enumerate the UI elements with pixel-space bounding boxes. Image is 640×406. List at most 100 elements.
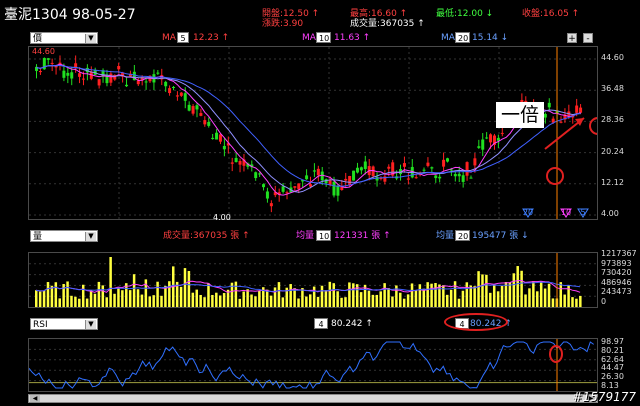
candle-body bbox=[70, 72, 74, 79]
scroll-left-icon[interactable]: ◀ bbox=[30, 395, 40, 402]
volume-bar bbox=[81, 284, 85, 307]
rsi-chart-panel[interactable] bbox=[28, 338, 598, 392]
candle-body bbox=[309, 184, 312, 187]
volume-bar bbox=[54, 282, 58, 307]
rsi-value-1: 80.242 ↑ bbox=[331, 319, 373, 329]
volume-bar bbox=[74, 296, 77, 307]
candle-body bbox=[254, 172, 258, 179]
candle-body bbox=[434, 175, 438, 179]
volume-bar bbox=[461, 290, 465, 307]
volume-bar bbox=[496, 291, 500, 307]
volume-bar bbox=[246, 289, 249, 307]
volume-bar bbox=[109, 257, 112, 307]
zoom-out-button[interactable]: - bbox=[583, 33, 593, 44]
horizontal-scrollbar[interactable]: ◀ ▶ bbox=[28, 394, 598, 403]
candle-body bbox=[144, 81, 148, 83]
candle-body bbox=[78, 73, 82, 77]
volume-bar bbox=[168, 281, 171, 307]
volume-bar bbox=[387, 288, 390, 307]
volume-bar bbox=[105, 297, 108, 307]
candle-body bbox=[38, 71, 42, 73]
candle-body bbox=[293, 186, 297, 188]
candle-body bbox=[348, 176, 352, 186]
price-type-dropdown[interactable]: 價 ▼ bbox=[30, 32, 98, 44]
volume-bar bbox=[258, 290, 261, 307]
volume-type-dropdown[interactable]: 量 ▼ bbox=[30, 230, 98, 242]
volume-bar bbox=[207, 283, 210, 307]
candle-body bbox=[579, 107, 583, 113]
candle-body bbox=[547, 102, 551, 108]
volume-bar bbox=[332, 283, 335, 307]
candle-body bbox=[238, 161, 242, 165]
volume-bar bbox=[348, 282, 351, 307]
volume-bar bbox=[183, 268, 187, 307]
candle-body bbox=[543, 114, 547, 118]
candle-body bbox=[230, 162, 234, 164]
avg-volume-20-period-input[interactable]: 20 bbox=[455, 230, 470, 241]
ma10-period-input[interactable]: 10 bbox=[316, 32, 331, 43]
volume-bar bbox=[234, 281, 238, 307]
volume-bar bbox=[93, 293, 97, 307]
volume-bar bbox=[265, 289, 269, 307]
volume-bar bbox=[406, 294, 410, 307]
volume-value: 成交量:367035 張 ↑ bbox=[163, 231, 250, 241]
volume-bar bbox=[402, 298, 406, 307]
candle-body bbox=[469, 177, 473, 179]
axis-tick-label: 8.13 bbox=[601, 381, 619, 390]
volume-chart-panel[interactable] bbox=[28, 252, 598, 308]
volume-bar bbox=[453, 281, 457, 307]
indicator-dropdown[interactable]: RSI ▼ bbox=[30, 318, 98, 330]
candle-body bbox=[422, 169, 426, 171]
axis-tick-label: 62.64 bbox=[601, 354, 624, 364]
volume-bar bbox=[250, 294, 253, 307]
volume-bar bbox=[144, 279, 148, 307]
volume-bar bbox=[520, 270, 523, 307]
volume-bar bbox=[199, 294, 202, 307]
candle-body bbox=[109, 73, 113, 83]
candle-body bbox=[97, 79, 101, 86]
candle-body bbox=[207, 121, 211, 126]
volume-bar bbox=[222, 293, 226, 307]
axis-tick-label: 80.21 bbox=[601, 345, 624, 355]
volume-bar bbox=[281, 297, 285, 307]
axis-tick-label: 486946 bbox=[601, 277, 632, 287]
candle-body bbox=[332, 181, 336, 196]
annotation-box: 一倍 bbox=[496, 102, 544, 128]
candle-body bbox=[187, 104, 191, 111]
axis-tick-label: 20.24 bbox=[601, 146, 624, 156]
volume-bar bbox=[211, 294, 214, 307]
candle-body bbox=[406, 178, 410, 180]
candle-body bbox=[125, 84, 129, 87]
highlight-circle bbox=[589, 117, 597, 135]
candle-body bbox=[473, 158, 477, 166]
axis-tick-label: 0 bbox=[601, 297, 607, 306]
rsi-period-input-1[interactable]: 4 bbox=[314, 318, 328, 329]
axis-tick-label: 98.97 bbox=[601, 337, 624, 346]
volume-bar bbox=[457, 298, 461, 307]
candle-body bbox=[457, 173, 461, 177]
candle-body bbox=[66, 72, 70, 76]
ma5-value: 12.23 ↑ bbox=[193, 33, 230, 43]
price-chart-panel[interactable]: 20 10 5 bbox=[28, 46, 598, 220]
volume-bar bbox=[532, 281, 535, 307]
zoom-in-button[interactable]: + bbox=[567, 33, 577, 44]
volume-type-value: 量 bbox=[33, 232, 43, 242]
candle-body bbox=[446, 158, 449, 162]
volume-bar bbox=[156, 281, 159, 307]
volume-bar bbox=[485, 274, 488, 307]
volume-bar bbox=[148, 296, 152, 307]
candle-body bbox=[234, 157, 238, 163]
ma20-period-input[interactable]: 20 bbox=[455, 32, 470, 43]
volume-bar bbox=[152, 295, 155, 307]
price-chart-svg: 20 10 5 bbox=[29, 47, 597, 219]
period-marker-label: 5 bbox=[580, 208, 585, 217]
ma5-period-input[interactable]: 5 bbox=[177, 32, 189, 43]
volume-bar bbox=[344, 297, 347, 307]
avg-volume-10-label: 均量 bbox=[296, 231, 315, 241]
period-high-mark: 44.60 bbox=[32, 47, 55, 56]
candle-body bbox=[203, 120, 207, 125]
candle-body bbox=[465, 162, 469, 176]
volume-bar bbox=[528, 288, 531, 307]
axis-tick-label: 26.30 bbox=[601, 372, 624, 382]
avg-volume-10-period-input[interactable]: 10 bbox=[316, 230, 331, 241]
